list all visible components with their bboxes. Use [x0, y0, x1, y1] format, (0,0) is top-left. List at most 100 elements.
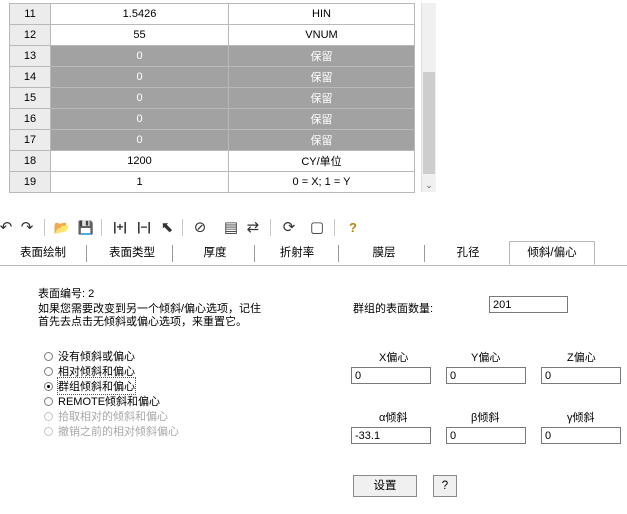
- undo-icon[interactable]: ↶: [0, 217, 16, 237]
- tab-tilt-decenter[interactable]: 倾斜/偏心: [510, 244, 594, 262]
- radio-undo-tilt: 撤销之前的相对倾斜偏心: [44, 423, 179, 439]
- radio-no-tilt[interactable]: 没有倾斜或偏心: [44, 348, 135, 364]
- radio-button[interactable]: [44, 366, 53, 376]
- radio-label: 撤销之前的相对倾斜偏心: [58, 426, 179, 438]
- value-cell[interactable]: 0: [50, 45, 229, 67]
- row-number-cell: 19: [9, 171, 51, 193]
- parameter-table: 11 1.5426 HIN 12 55 VNUM 13 0 保留 14 0 保留 15 0 保留 16 0 保留 1…: [9, 3, 415, 193]
- value-cell[interactable]: 1.5426: [50, 3, 229, 25]
- info-text-line2: 首先去点击无倾斜或偏心选项，来重置它。: [38, 316, 247, 328]
- row-number-cell: 15: [9, 87, 51, 109]
- span-surface-icon[interactable]: |−|: [134, 217, 154, 237]
- table-row[interactable]: 18 1200 CY/单位: [9, 150, 415, 172]
- name-cell: 保留: [228, 45, 415, 67]
- row-number-cell: 11: [9, 3, 51, 25]
- radio-button[interactable]: [44, 396, 53, 406]
- y-decenter-field[interactable]: [446, 367, 526, 384]
- redo-icon[interactable]: ↷: [17, 217, 37, 237]
- group-count-label: 群组的表面数量:: [353, 303, 434, 315]
- help-button[interactable]: ?: [433, 475, 457, 497]
- row-number-cell: 13: [9, 45, 51, 67]
- table-row[interactable]: 11 1.5426 HIN: [9, 3, 415, 25]
- gamma-tilt-label: γ倾斜: [567, 412, 595, 424]
- table-row[interactable]: 19 1 0 = X; 1 = Y: [9, 171, 415, 193]
- beta-tilt-label: β倾斜: [471, 412, 500, 424]
- tab-thickness[interactable]: 厚度: [180, 244, 250, 262]
- toolbar-separator: [334, 219, 335, 236]
- set-button[interactable]: 设置: [353, 475, 417, 497]
- name-cell: CY/单位: [228, 150, 415, 172]
- radio-label: 群组倾斜和偏心: [57, 377, 136, 395]
- save-icon[interactable]: 💾: [76, 217, 96, 237]
- toolbar-separator: [270, 219, 271, 236]
- swap-icon[interactable]: ⇄: [243, 217, 263, 237]
- value-cell[interactable]: 0: [50, 66, 229, 88]
- table-scrollbar[interactable]: ⌄: [421, 3, 436, 192]
- name-cell: 保留: [228, 129, 415, 151]
- beta-tilt-field[interactable]: [446, 427, 526, 444]
- tab-index[interactable]: 折射率: [262, 244, 332, 262]
- tab-divider: [254, 245, 255, 262]
- table-row[interactable]: 16 0 保留: [9, 108, 415, 130]
- toolbar-separator: [182, 219, 183, 236]
- pointer-icon[interactable]: ⬉: [157, 217, 177, 237]
- value-cell[interactable]: 1200: [50, 150, 229, 172]
- value-cell[interactable]: 0: [50, 129, 229, 151]
- scroll-down-arrow-icon[interactable]: ⌄: [424, 180, 434, 190]
- radio-label: 相对倾斜和偏心: [58, 366, 135, 378]
- toolbar-separator: [101, 219, 102, 236]
- tab-divider: [172, 245, 173, 262]
- y-decenter-label: Y偏心: [471, 352, 501, 364]
- radio-button: [44, 411, 53, 421]
- radio-label: REMOTE倾斜和偏心: [58, 396, 161, 408]
- refresh-icon[interactable]: ⟳: [279, 217, 299, 237]
- radio-button-selected[interactable]: [44, 381, 53, 391]
- value-cell[interactable]: 1: [50, 171, 229, 193]
- name-cell: 保留: [228, 66, 415, 88]
- surface-number-label: 表面编号: 2: [38, 288, 95, 300]
- name-cell: 0 = X; 1 = Y: [228, 171, 415, 193]
- radio-relative-tilt[interactable]: 相对倾斜和偏心: [44, 363, 135, 379]
- value-cell[interactable]: 0: [50, 87, 229, 109]
- table-row[interactable]: 17 0 保留: [9, 129, 415, 151]
- open-folder-icon[interactable]: 📂: [52, 217, 72, 237]
- row-number-cell: 16: [9, 108, 51, 130]
- name-cell: 保留: [228, 87, 415, 109]
- row-number-cell: 17: [9, 129, 51, 151]
- z-decenter-label: Z偏心: [567, 352, 596, 364]
- name-cell: 保留: [228, 108, 415, 130]
- insert-surface-icon[interactable]: |+|: [110, 217, 130, 237]
- tab-surface-type[interactable]: 表面类型: [92, 244, 172, 262]
- row-number-cell: 14: [9, 66, 51, 88]
- radio-remote-tilt[interactable]: REMOTE倾斜和偏心: [44, 393, 160, 409]
- table-row[interactable]: 12 55 VNUM: [9, 24, 415, 46]
- tab-surface-draw[interactable]: 表面绘制: [4, 244, 82, 262]
- radio-label: 没有倾斜或偏心: [58, 351, 135, 363]
- table-row[interactable]: 15 0 保留: [9, 87, 415, 109]
- scrollbar-thumb[interactable]: [423, 72, 435, 174]
- tab-coating[interactable]: 膜层: [346, 244, 422, 262]
- group-count-field[interactable]: [489, 296, 568, 313]
- tab-divider: [424, 245, 425, 262]
- tab-divider: [86, 245, 87, 262]
- table-row[interactable]: 13 0 保留: [9, 45, 415, 67]
- alpha-tilt-field[interactable]: [351, 427, 431, 444]
- gamma-tilt-field[interactable]: [541, 427, 621, 444]
- name-cell: HIN: [228, 3, 415, 25]
- radio-label: 拾取相对的倾斜和偏心: [58, 411, 168, 423]
- row-number-cell: 12: [9, 24, 51, 46]
- lens-icon[interactable]: ⊘: [190, 217, 210, 237]
- grid-icon[interactable]: ▤: [221, 217, 241, 237]
- value-cell[interactable]: 55: [50, 24, 229, 46]
- value-cell[interactable]: 0: [50, 108, 229, 130]
- tab-aperture[interactable]: 孔径: [430, 244, 506, 262]
- table-row[interactable]: 14 0 保留: [9, 66, 415, 88]
- x-decenter-field[interactable]: [351, 367, 431, 384]
- window-icon[interactable]: ▢: [307, 217, 327, 237]
- radio-group-tilt[interactable]: 群组倾斜和偏心: [44, 377, 136, 395]
- radio-pickup-tilt: 拾取相对的倾斜和偏心: [44, 408, 168, 424]
- z-decenter-field[interactable]: [541, 367, 621, 384]
- help-icon[interactable]: ?: [343, 217, 363, 237]
- radio-button[interactable]: [44, 351, 53, 361]
- alpha-tilt-label: α倾斜: [379, 412, 408, 424]
